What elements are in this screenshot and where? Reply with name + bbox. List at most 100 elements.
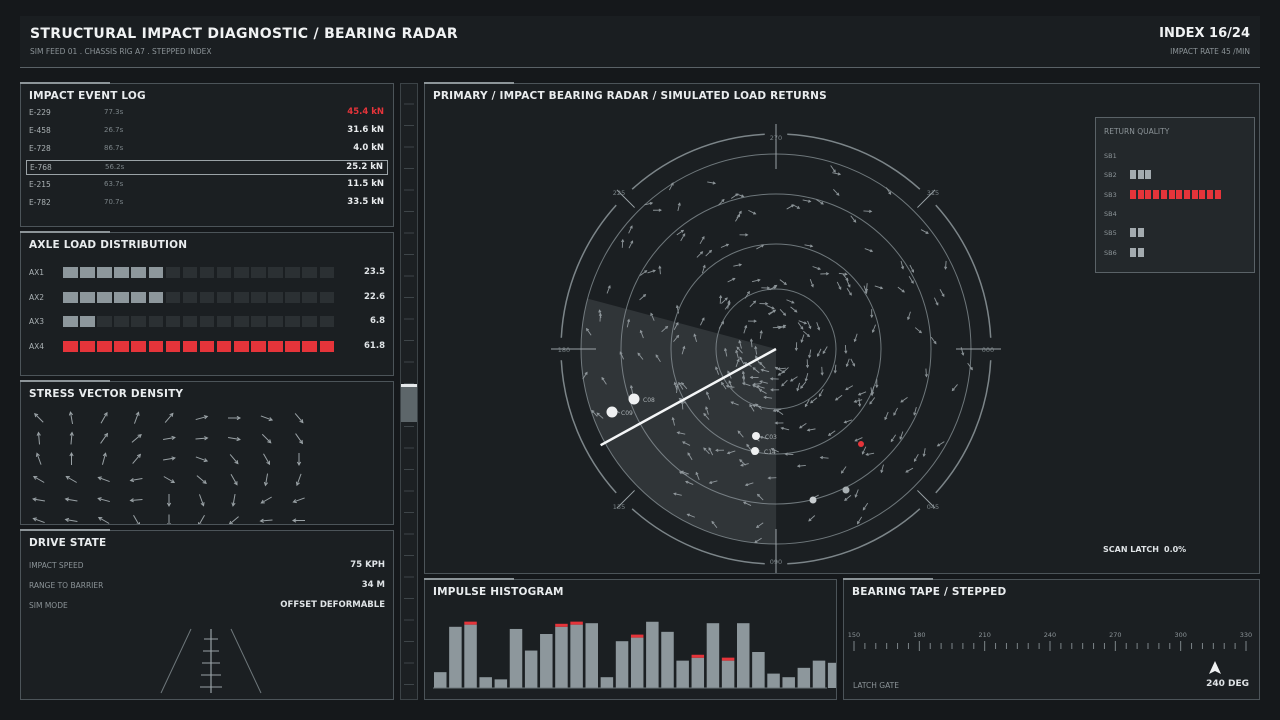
histogram-bar [509, 628, 523, 688]
axle-segment [182, 291, 198, 303]
page-subtitle: SIM FEED 01 . CHASSIS RIG A7 . STEPPED I… [30, 47, 212, 56]
radar-vector-arrow [719, 294, 723, 304]
radar-blip [842, 486, 850, 494]
radar-vector-arrow [913, 407, 917, 416]
return-quality-title: RETURN QUALITY [1104, 127, 1170, 136]
stress-vector-arrow [231, 494, 236, 507]
bearing-tape-scale[interactable]: 150 180 210 240 270 300 330 [844, 580, 1259, 699]
tape-label: 300 [1174, 631, 1186, 639]
axle-segment [234, 291, 249, 303]
stress-vector-field [32, 411, 305, 524]
event-log-row[interactable]: E-215 63.7s 11.5 kN [26, 178, 388, 193]
drive-state-value: OFFSET DEFORMABLE [280, 600, 385, 610]
return-quality-label: SB6 [1104, 248, 1117, 257]
radar-vector-arrow [914, 327, 923, 334]
stress-vector-arrow [166, 514, 172, 524]
return-quality-bar [1191, 189, 1198, 199]
event-log-row[interactable]: E-782 70.7s 33.5 kN [26, 196, 388, 211]
radar-vector-arrow [857, 391, 867, 396]
radar-vector-arrow [696, 251, 704, 258]
histogram-alert-cap [721, 657, 735, 661]
stress-vector-arrow [36, 431, 41, 445]
contact-label: C08 [643, 397, 655, 404]
return-quality-bar [1130, 189, 1136, 199]
radar-vector-arrow [930, 336, 937, 345]
radar-vector-arrow [761, 286, 771, 290]
stress-vector-arrow [263, 473, 269, 487]
axle-segment [319, 340, 334, 352]
stress-vector-arrow [69, 451, 74, 465]
axle-segment [216, 340, 232, 352]
stress-vector-arrow [195, 415, 209, 421]
radar-vector-arrow [913, 453, 919, 462]
bearing-label: 135 [613, 503, 625, 511]
scan-latch-label: SCAN LATCH [1103, 545, 1159, 554]
radar-contact[interactable]: C03 [752, 432, 777, 441]
impact-event-log-panel: IMPACT EVENT LOG E-229 77.3s 45.4 kN E-458 2… [20, 82, 394, 227]
axle-segment [114, 291, 129, 303]
stress-vector-arrow [32, 517, 45, 524]
axle-segment [148, 291, 163, 303]
histogram-bar [676, 660, 689, 688]
axle-segment [199, 316, 215, 327]
histogram-bar [737, 623, 750, 688]
stress-vector-arrow [195, 456, 209, 463]
impulse-histogram-panel: IMPULSE HISTOGRAM [424, 578, 837, 700]
event-value: 45.4 kN [347, 107, 384, 117]
drive-state-panel: DRIVE STATE IMPACT SPEED 75 KPH RANGE TO B… [20, 529, 394, 700]
stress-vector-arrow [65, 475, 77, 483]
radar-vector-arrow [853, 399, 863, 403]
scrollbar-thumb[interactable] [401, 383, 417, 422]
radar-vector-arrow [816, 348, 822, 357]
stress-vector-arrow [100, 411, 108, 424]
axle-segment [234, 267, 249, 278]
stress-vector-arrow [195, 436, 209, 441]
event-log-row[interactable]: E-768 56.2s 25.2 kN [26, 160, 388, 175]
radar-vector-arrow [797, 322, 804, 330]
axle-segment [251, 291, 266, 303]
axle-segment [148, 340, 163, 352]
bearing-label: 090 [770, 558, 782, 566]
radar-vector-arrow [864, 248, 874, 253]
radar-vector-arrow [730, 193, 739, 199]
event-log-row[interactable]: E-458 26.7s 31.6 kN [26, 124, 388, 139]
radar-vector-arrow [721, 297, 728, 304]
radar-vector-arrow [820, 272, 830, 276]
stress-vector-arrow [68, 411, 74, 424]
axle-segment [80, 291, 95, 303]
stress-vector-arrow [32, 497, 45, 502]
axle-value: 6.8 [369, 316, 385, 326]
axle-segment [97, 267, 112, 278]
histogram-bar [691, 657, 705, 688]
return-quality-bar [1130, 247, 1136, 257]
stress-vector-arrow [166, 494, 172, 508]
radar-vector-arrow [808, 515, 816, 522]
contact-label: C03 [765, 434, 777, 441]
radar-vector-arrow [759, 330, 763, 339]
axle-segment [199, 340, 215, 352]
return-quality-bar [1145, 189, 1152, 199]
return-quality-bar [1130, 228, 1136, 238]
radar-vector-arrow [834, 394, 843, 401]
radar-vector-arrow [897, 286, 905, 293]
radar-vector-arrow [628, 225, 633, 234]
tape-label: 180 [913, 631, 925, 639]
radar-vector-arrow [658, 265, 662, 275]
axle-label: AX3 [29, 317, 45, 326]
stress-vector-arrow [64, 497, 78, 502]
stress-vector-arrow [97, 476, 110, 483]
return-quality-box: RETURN QUALITY SB1 SB2 SB3 SB4 SB5 SB6 [1095, 117, 1255, 273]
radar-vector-arrow [779, 279, 787, 286]
radar-vector-arrow [735, 213, 741, 222]
radar-vector-arrow [739, 233, 749, 237]
radar-vector-arrow [869, 397, 876, 405]
event-log-row[interactable]: E-229 77.3s 45.4 kN [26, 106, 388, 121]
axle-segment [97, 340, 112, 352]
vertical-scrollbar[interactable] [400, 83, 418, 700]
axle-load-panel: AXLE LOAD DISTRIBUTION AX1 23.5 AX2 22.6 AX3… [20, 231, 394, 376]
axle-segment [97, 316, 112, 327]
axle-segment [80, 267, 95, 278]
radar-contact[interactable]: C14 [751, 447, 776, 456]
event-log-row[interactable]: E-728 86.7s 4.0 kN [26, 142, 388, 157]
return-quality-label: SB5 [1104, 229, 1117, 238]
